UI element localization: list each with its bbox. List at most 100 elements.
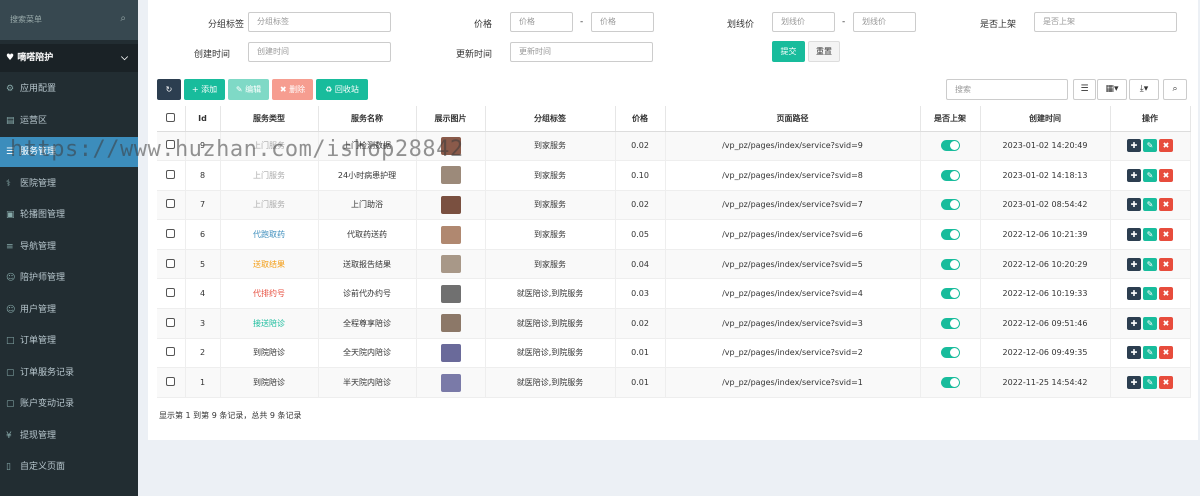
sidebar-item[interactable]: ☺ 用户管理 bbox=[0, 295, 138, 325]
table-row[interactable]: 7 上门服务 上门助浴 到家服务 0.02/vp_pz/pages/index/serv… bbox=[157, 190, 1191, 221]
drag-handle-button[interactable]: ✚ bbox=[1127, 139, 1141, 153]
drag-handle-button[interactable]: ✚ bbox=[1127, 346, 1141, 360]
sidebar-item[interactable]: ▢ 订单服务记录 bbox=[0, 358, 138, 388]
row-delete-button[interactable]: ✖ bbox=[1159, 257, 1173, 271]
reset-button[interactable]: 重置 bbox=[808, 41, 840, 62]
row-checkbox[interactable] bbox=[166, 347, 176, 357]
on-shelf-toggle[interactable] bbox=[940, 258, 960, 270]
edit-button[interactable]: ✎ 编辑 bbox=[228, 79, 269, 100]
row-checkbox-cell[interactable] bbox=[157, 219, 186, 250]
columns-dropdown-button[interactable]: ▦▾ bbox=[1097, 79, 1127, 100]
row-checkbox[interactable] bbox=[166, 288, 176, 298]
row-edit-button[interactable]: ✎ bbox=[1143, 316, 1157, 330]
refresh-button[interactable]: ↻ bbox=[157, 79, 181, 100]
on-shelf-toggle[interactable] bbox=[940, 140, 960, 152]
sidebar-item[interactable]: ▤ 运营区 bbox=[0, 106, 138, 136]
filter-price-min-input[interactable]: 价格 bbox=[510, 12, 573, 32]
delete-button[interactable]: ✖ 删除 bbox=[272, 79, 313, 100]
submit-button[interactable]: 提交 bbox=[772, 41, 805, 62]
sidebar-item[interactable]: ⚕ 医院管理 bbox=[0, 169, 138, 199]
filter-updated-input[interactable]: 更新时间 bbox=[510, 42, 653, 62]
row-checkbox[interactable] bbox=[166, 377, 176, 387]
row-delete-button[interactable]: ✖ bbox=[1159, 228, 1173, 242]
search-icon[interactable]: ⌕ bbox=[120, 13, 126, 24]
row-checkbox[interactable] bbox=[166, 229, 176, 239]
export-dropdown-button[interactable]: ⤓▾ bbox=[1129, 79, 1159, 100]
row-checkbox-cell[interactable] bbox=[157, 249, 186, 280]
toggle-view-button[interactable]: ☰ bbox=[1073, 79, 1096, 100]
table-row[interactable]: 8 上门服务 24小时病患护理 到家服务 0.10/vp_pz/pages/index/… bbox=[157, 160, 1191, 191]
on-shelf-toggle[interactable] bbox=[940, 347, 960, 359]
drag-handle-button[interactable]: ✚ bbox=[1127, 287, 1141, 301]
sidebar-item[interactable]: ¥ 提现管理 bbox=[0, 421, 138, 451]
row-checkbox[interactable] bbox=[166, 258, 176, 268]
sidebar-item[interactable]: ≡ 导航管理 bbox=[0, 232, 138, 262]
on-shelf-toggle[interactable] bbox=[940, 377, 960, 389]
on-shelf-toggle[interactable] bbox=[940, 169, 960, 181]
service-thumbnail[interactable] bbox=[440, 284, 461, 303]
row-delete-button[interactable]: ✖ bbox=[1159, 376, 1173, 390]
sidebar-item[interactable]: ▢ 账户变动记录 bbox=[0, 389, 138, 419]
table-row[interactable]: 3 接送陪诊 全程尊享陪诊 就医陪诊,到院服务 0.02/vp_pz/pages/ind… bbox=[157, 308, 1191, 339]
filter-price-max-input[interactable]: 价格 bbox=[591, 12, 654, 32]
on-shelf-toggle[interactable] bbox=[940, 317, 960, 329]
row-checkbox-cell[interactable] bbox=[157, 160, 186, 191]
service-thumbnail[interactable] bbox=[440, 314, 461, 333]
service-thumbnail[interactable] bbox=[440, 166, 461, 185]
sidebar-item[interactable]: ⚙ 应用配置 bbox=[0, 74, 138, 104]
row-delete-button[interactable]: ✖ bbox=[1159, 316, 1173, 330]
sidebar-item[interactable]: ☺ 陪护师管理 bbox=[0, 263, 138, 293]
row-checkbox-cell[interactable] bbox=[157, 338, 186, 369]
on-shelf-toggle[interactable] bbox=[940, 199, 960, 211]
add-button[interactable]: + 添加 bbox=[184, 79, 225, 100]
on-shelf-toggle[interactable] bbox=[940, 288, 960, 300]
select-all-checkbox[interactable] bbox=[166, 112, 176, 122]
drag-handle-button[interactable]: ✚ bbox=[1127, 228, 1141, 242]
sidebar-search-input[interactable]: 搜索菜单 bbox=[4, 9, 132, 31]
row-delete-button[interactable]: ✖ bbox=[1159, 139, 1173, 153]
drag-handle-button[interactable]: ✚ bbox=[1127, 316, 1141, 330]
select-all-checkbox-cell[interactable] bbox=[157, 106, 186, 132]
sidebar-group-header[interactable]: ♥ 嘀嗒陪护 ⌵ bbox=[0, 44, 138, 72]
row-delete-button[interactable]: ✖ bbox=[1159, 346, 1173, 360]
advanced-search-button[interactable]: ⌕ bbox=[1163, 79, 1187, 100]
row-checkbox[interactable] bbox=[166, 317, 176, 327]
row-delete-button[interactable]: ✖ bbox=[1159, 287, 1173, 301]
row-checkbox[interactable] bbox=[166, 199, 176, 209]
row-checkbox-cell[interactable] bbox=[157, 190, 186, 221]
row-edit-button[interactable]: ✎ bbox=[1143, 257, 1157, 271]
row-checkbox-cell[interactable] bbox=[157, 367, 186, 398]
drag-handle-button[interactable]: ✚ bbox=[1127, 376, 1141, 390]
table-row[interactable]: 5 送取结果 送取报告结果 到家服务 0.04/vp_pz/pages/index/se… bbox=[157, 249, 1191, 280]
table-row[interactable]: 4 代排约号 诊前代办约号 就医陪诊,到院服务 0.03/vp_pz/pages/ind… bbox=[157, 278, 1191, 310]
filter-created-input[interactable]: 创建时间 bbox=[248, 42, 391, 62]
row-edit-button[interactable]: ✎ bbox=[1143, 198, 1157, 212]
table-row[interactable]: 2 到院陪诊 全天院内陪诊 就医陪诊,到院服务 0.01/vp_pz/pages/ind… bbox=[157, 338, 1191, 369]
row-delete-button[interactable]: ✖ bbox=[1159, 168, 1173, 182]
recycle-bin-button[interactable]: ♻ 回收站 bbox=[316, 79, 368, 100]
row-checkbox-cell[interactable] bbox=[157, 278, 186, 310]
sidebar-item[interactable]: ▯ 自定义页面 bbox=[0, 452, 138, 482]
sidebar-item[interactable]: □ 订单管理 bbox=[0, 326, 138, 356]
filter-tag-input[interactable]: 分组标签 bbox=[248, 12, 391, 32]
service-thumbnail[interactable] bbox=[440, 373, 461, 392]
row-delete-button[interactable]: ✖ bbox=[1159, 198, 1173, 212]
table-row[interactable]: 6 代跑取药 代取药送药 到家服务 0.05/vp_pz/pages/index/ser… bbox=[157, 219, 1191, 250]
service-thumbnail[interactable] bbox=[440, 343, 461, 362]
drag-handle-button[interactable]: ✚ bbox=[1127, 198, 1141, 212]
drag-handle-button[interactable]: ✚ bbox=[1127, 168, 1141, 182]
filter-on-shelf-select[interactable]: 是否上架 bbox=[1034, 12, 1177, 32]
row-checkbox-cell[interactable] bbox=[157, 308, 186, 339]
row-edit-button[interactable]: ✎ bbox=[1143, 168, 1157, 182]
service-thumbnail[interactable] bbox=[440, 225, 461, 244]
filter-line-price-max-input[interactable]: 划线价 bbox=[853, 12, 916, 32]
row-edit-button[interactable]: ✎ bbox=[1143, 376, 1157, 390]
row-edit-button[interactable]: ✎ bbox=[1143, 228, 1157, 242]
table-row[interactable]: 1 到院陪诊 半天院内陪诊 就医陪诊,到院服务 0.01/vp_pz/pages/ind… bbox=[157, 367, 1191, 398]
on-shelf-toggle[interactable] bbox=[940, 229, 960, 241]
filter-line-price-min-input[interactable]: 划线价 bbox=[772, 12, 835, 32]
row-edit-button[interactable]: ✎ bbox=[1143, 287, 1157, 301]
table-search-input[interactable]: 搜索 bbox=[946, 79, 1068, 100]
row-edit-button[interactable]: ✎ bbox=[1143, 139, 1157, 153]
row-edit-button[interactable]: ✎ bbox=[1143, 346, 1157, 360]
